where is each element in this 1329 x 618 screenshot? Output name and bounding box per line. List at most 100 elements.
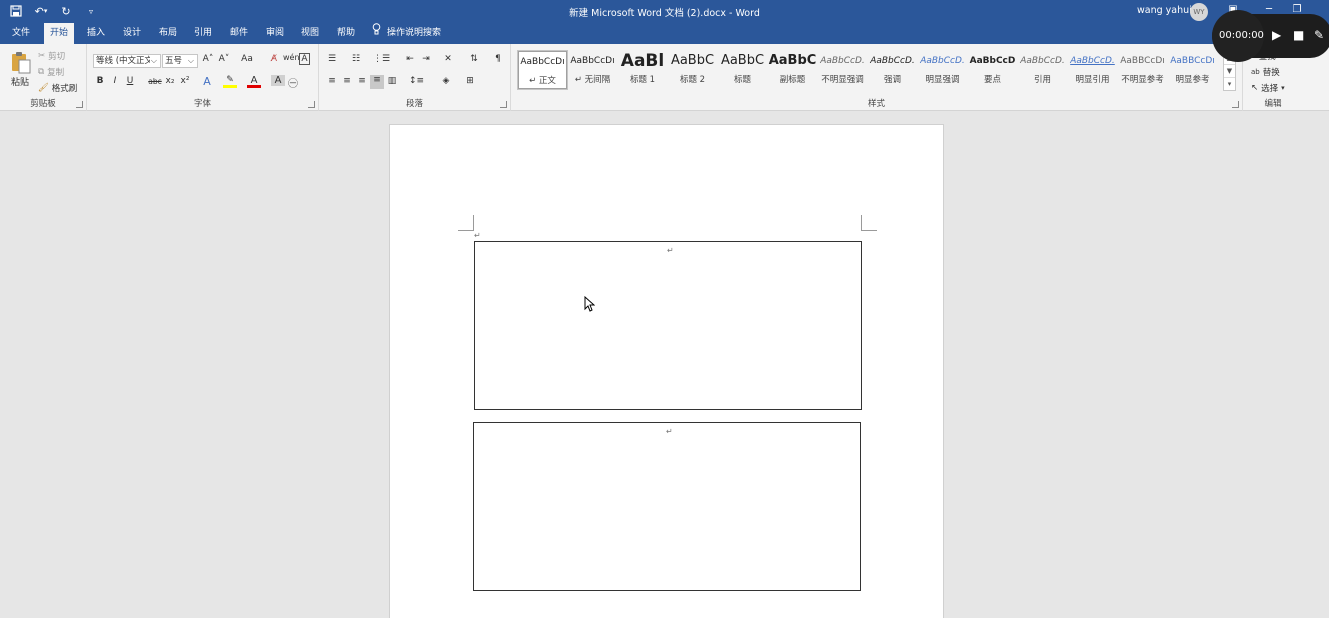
copy-icon: ⧉ — [38, 67, 45, 77]
align-left-icon[interactable]: ≡ — [325, 76, 339, 86]
enclose-characters-icon[interactable]: ㊀ — [286, 75, 300, 90]
tab-review[interactable]: 审阅 — [260, 23, 290, 44]
paste-button[interactable]: 粘贴 — [11, 75, 29, 88]
shrink-font-button[interactable]: A˅ — [217, 54, 231, 64]
paragraph-mark: ↵ — [666, 427, 673, 436]
style-quote[interactable]: AaBbCcD. 引用 — [1018, 51, 1067, 89]
character-border-icon[interactable]: A — [299, 53, 310, 65]
style-emphasis[interactable]: AaBbCcD. 强调 — [868, 51, 917, 89]
tab-file[interactable]: 文件 — [6, 23, 36, 44]
text-box-1[interactable]: ↵ — [474, 241, 862, 410]
more-styles-icon[interactable]: ▾ — [1224, 78, 1235, 91]
text-box-2[interactable]: ↵ — [473, 422, 861, 591]
increase-indent-icon[interactable]: ⇥ — [419, 54, 433, 64]
superscript-button[interactable]: x² — [178, 76, 192, 86]
bullets-icon[interactable]: ☰ — [325, 54, 339, 64]
tab-help[interactable]: 帮助 — [331, 23, 361, 44]
style-subtle-emphasis[interactable]: AaBbCcD. 不明显强调 — [818, 51, 867, 89]
bold-button[interactable]: B — [93, 76, 107, 86]
paragraph-launcher-icon[interactable] — [500, 101, 507, 108]
font-launcher-icon[interactable] — [308, 101, 315, 108]
avatar[interactable]: WY — [1190, 3, 1208, 21]
subscript-button[interactable]: x₂ — [163, 76, 177, 86]
window-title: 新建 Microsoft Word 文档 (2).docx - Word — [569, 8, 760, 19]
shading-icon[interactable]: ◈ — [439, 76, 453, 86]
tell-me-search[interactable]: 操作说明搜索 — [372, 23, 441, 44]
paragraph-group: ☰ ☷ ⋮☰ ⇤ ⇥ ✕ ⇅ ¶ ≡ ≡ ≡ ≡ ▥ ↕≡ ◈ ⊞ 段落 — [319, 44, 511, 111]
stop-icon[interactable]: ■ — [1293, 28, 1304, 42]
margin-mark-top-right — [861, 215, 877, 231]
underline-button[interactable]: U — [123, 76, 137, 86]
paste-icon[interactable] — [10, 51, 32, 75]
tab-home[interactable]: 开始 — [44, 23, 75, 44]
phonetic-guide-icon[interactable]: wén — [283, 53, 300, 62]
style-intense-emphasis[interactable]: AaBbCcD. 明显强调 — [918, 51, 967, 89]
style-no-spacing[interactable]: AaBbCcDı ↵ 无间隔 — [568, 51, 617, 89]
text-effects-icon[interactable]: A — [200, 75, 214, 88]
character-shading-icon[interactable]: A — [271, 75, 285, 86]
numbering-icon[interactable]: ☷ — [349, 54, 363, 64]
styles-group: AaBbCcDı ↵ 正文 AaBbCcDı ↵ 无间隔 AaBl 标题 1 A… — [511, 44, 1243, 111]
style-subtitle[interactable]: AaBbC 副标题 — [768, 51, 817, 89]
scissors-icon: ✂ — [38, 51, 46, 61]
style-strong[interactable]: AaBbCcD 要点 — [968, 51, 1017, 89]
title-bar: ↶ ▾ ↻ ▿ 新建 Microsoft Word 文档 (2).docx - W… — [0, 0, 1329, 23]
justify-icon[interactable]: ≡ — [370, 75, 384, 89]
clear-formatting-icon[interactable]: A̸ — [267, 54, 281, 64]
tab-references[interactable]: 引用 — [188, 23, 218, 44]
style-title[interactable]: AaBbC 标题 — [718, 51, 767, 89]
style-heading-2[interactable]: AaBbC 标题 2 — [668, 51, 717, 89]
chevron-down-icon[interactable]: ▼ — [1224, 65, 1235, 78]
chevron-down-icon: ⌵ — [187, 56, 194, 65]
paragraph-mark: ↵ — [474, 231, 481, 240]
strikethrough-button[interactable]: abc — [146, 77, 164, 86]
grow-font-button[interactable]: A˄ — [201, 54, 215, 64]
multilevel-list-icon[interactable]: ⋮☰ — [373, 54, 390, 64]
distributed-icon[interactable]: ▥ — [385, 76, 399, 86]
borders-icon[interactable]: ⊞ — [463, 76, 477, 86]
highlight-icon[interactable]: ✎ — [223, 75, 237, 88]
tab-insert[interactable]: 插入 — [81, 23, 111, 44]
format-painter-button[interactable]: 🖌 格式刷 — [38, 82, 77, 94]
tab-view[interactable]: 视图 — [295, 23, 325, 44]
show-marks-icon[interactable]: ¶ — [491, 54, 505, 64]
decrease-indent-icon[interactable]: ⇤ — [403, 54, 417, 64]
italic-button[interactable]: I — [108, 76, 122, 86]
align-right-icon[interactable]: ≡ — [355, 76, 369, 86]
style-subtle-reference[interactable]: AaBBCcDı 不明显参考 — [1118, 51, 1167, 89]
paintbrush-icon: 🖌 — [38, 83, 49, 93]
tab-layout[interactable]: 布局 — [153, 23, 183, 44]
font-size-dropdown[interactable]: 五号 ⌵ — [162, 54, 198, 68]
cut-button[interactable]: ✂ 剪切 — [38, 50, 65, 62]
replace-button[interactable]: ab 替换 — [1251, 66, 1280, 78]
sort-icon[interactable]: ⇅ — [467, 54, 481, 64]
clipboard-launcher-icon[interactable] — [76, 101, 83, 108]
pointer-icon: ↖ — [1251, 83, 1259, 93]
font-group-label: 字体 — [193, 99, 211, 109]
align-center-icon[interactable]: ≡ — [340, 76, 354, 86]
tab-design[interactable]: 设计 — [117, 23, 147, 44]
copy-button[interactable]: ⧉ 复制 — [38, 66, 64, 78]
ribbon-tabs: 文件 开始 插入 设计 布局 引用 邮件 审阅 视图 帮助 操作说明搜索 — [0, 23, 1329, 44]
pen-icon[interactable]: ✎ — [1314, 28, 1324, 42]
style-normal[interactable]: AaBbCcDı ↵ 正文 — [517, 50, 568, 90]
style-intense-reference[interactable]: AaBBCcDı 明显参考 — [1168, 51, 1217, 89]
styles-launcher-icon[interactable] — [1232, 101, 1239, 108]
replace-icon: ab — [1251, 68, 1260, 76]
tell-me-label: 操作说明搜索 — [387, 28, 442, 38]
user-name[interactable]: wang yahui — [1137, 5, 1192, 16]
document-page[interactable]: ↵ ↵ ↵ — [389, 124, 944, 618]
style-heading-1[interactable]: AaBl 标题 1 — [618, 51, 667, 89]
change-case-button[interactable]: Aa — [237, 54, 257, 64]
recorder-time: 00:00:00 — [1219, 30, 1264, 41]
tab-mailings[interactable]: 邮件 — [224, 23, 254, 44]
style-intense-quote[interactable]: AaBbCcD. 明显引用 — [1068, 51, 1117, 89]
margin-mark-top-left — [458, 215, 474, 231]
select-button[interactable]: ↖ 选择 ▾ — [1251, 82, 1285, 94]
play-icon[interactable]: ▶ — [1272, 28, 1281, 42]
lightbulb-icon — [372, 23, 381, 44]
font-color-icon[interactable]: A — [247, 75, 261, 88]
chinese-layout-icon[interactable]: ✕ — [441, 54, 455, 64]
font-name-dropdown[interactable]: 等线 (中文正文)⌵ — [93, 54, 161, 68]
line-spacing-icon[interactable]: ↕≡ — [409, 76, 424, 86]
